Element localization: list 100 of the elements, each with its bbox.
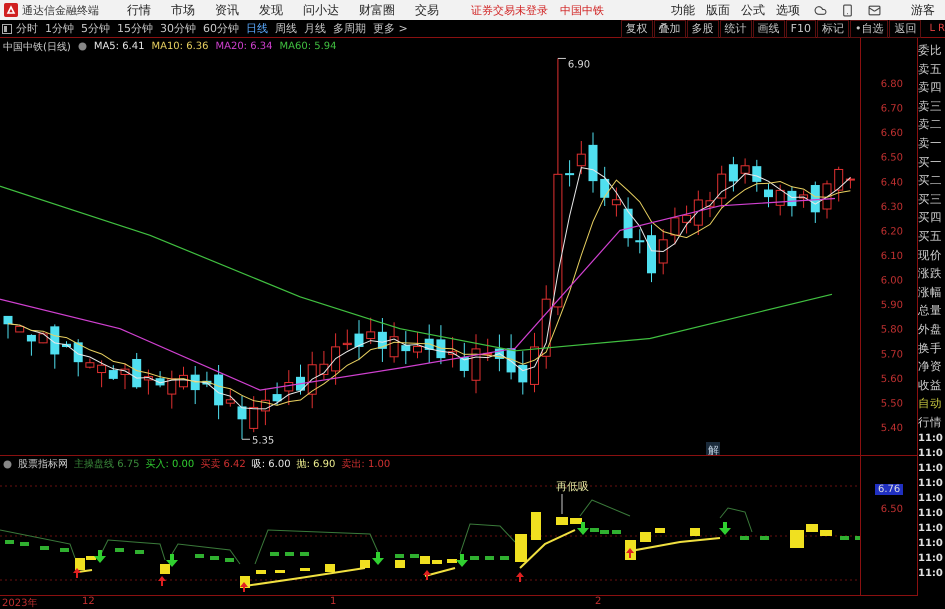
period-tab[interactable]: 30分钟	[160, 21, 196, 36]
indicator-bar	[470, 556, 479, 560]
period-tab[interactable]: 周线	[275, 21, 297, 36]
candle	[658, 228, 668, 275]
period-tab[interactable]: 15分钟	[117, 21, 153, 36]
marker-badge: 解	[706, 442, 720, 455]
candle	[74, 338, 83, 377]
indicator-axis-label: 6.50	[880, 504, 903, 515]
toolbar-button[interactable]: 画线	[752, 20, 785, 38]
down-arrow-icon	[577, 522, 589, 535]
candle	[460, 342, 469, 378]
indicator-bar	[210, 556, 219, 560]
toolbar-button[interactable]: 叠加	[654, 20, 686, 38]
quote-field-label: 买一	[918, 154, 942, 171]
menu-item[interactable]: 发现	[259, 2, 283, 18]
candle	[167, 370, 176, 410]
toolbar-button[interactable]: 标记	[816, 20, 849, 38]
period-tab[interactable]: 分时	[16, 21, 38, 36]
quote-field-label: 买五	[918, 228, 942, 245]
candle	[319, 350, 328, 380]
up-arrow-icon	[516, 572, 524, 582]
trade-time: 11:0	[918, 567, 943, 582]
toolbar-button[interactable]: •自选	[850, 20, 888, 38]
candle	[401, 330, 410, 365]
indicator-bar	[485, 556, 494, 560]
candle	[272, 382, 282, 406]
date-axis-label: 2023年	[2, 597, 38, 609]
indicator-line	[172, 543, 240, 564]
cloud-icon[interactable]	[814, 4, 827, 16]
period-tab[interactable]: 月线	[304, 21, 326, 36]
period-tab[interactable]: 60分钟	[203, 21, 239, 36]
toolbar-button[interactable]: 多股	[686, 20, 719, 38]
quote-field-label: 卖二	[918, 116, 942, 134]
menu-item[interactable]: 财富圈	[359, 2, 395, 18]
period-tab[interactable]: 5分钟	[81, 21, 110, 36]
indicator-line	[460, 523, 516, 554]
current-value-tag: 6.76	[875, 484, 904, 495]
menu-item[interactable]: 资讯	[215, 2, 239, 18]
menu-item[interactable]: 公式	[741, 2, 765, 18]
indicator-line	[100, 539, 166, 560]
menu-item[interactable]: 问小达	[303, 2, 339, 18]
trade-time: 11:0	[918, 492, 943, 506]
menu-item[interactable]: 市场	[171, 2, 195, 18]
menu-item[interactable]: 交易	[415, 2, 439, 18]
price-axis-label: 6.80	[880, 79, 903, 90]
indicator-value: 买卖 6.42	[200, 458, 246, 471]
candle	[156, 370, 165, 388]
trade-time: 11:0	[918, 522, 943, 536]
toolbar-button[interactable]: 复权	[620, 20, 653, 38]
indicator-bar	[806, 524, 818, 532]
indicator-value: 吸: 6.00	[252, 458, 291, 471]
indicator-line	[580, 499, 630, 516]
indicator-line	[720, 507, 752, 532]
candle	[260, 388, 270, 426]
indicator-bar	[655, 528, 665, 533]
candle	[776, 184, 785, 216]
candle	[296, 364, 305, 396]
menu-item[interactable]: 行情	[127, 2, 151, 18]
candle	[787, 186, 796, 217]
candle	[764, 183, 773, 208]
down-arrow-icon	[372, 552, 384, 565]
toolbar-button[interactable]: 统计	[720, 20, 752, 38]
phone-icon[interactable]	[841, 4, 854, 16]
price-axis-label: 6.70	[880, 104, 903, 115]
leader-line	[557, 58, 566, 59]
menu-item[interactable]: 版面	[706, 2, 730, 18]
menu-item[interactable]: 选项	[776, 2, 800, 18]
toolbar-button[interactable]: 返回	[889, 20, 922, 38]
candle	[190, 366, 200, 404]
quote-field-label: 卖五	[918, 60, 942, 78]
price-axis-label: 5.40	[880, 423, 903, 434]
candle	[530, 332, 539, 393]
candle	[424, 324, 434, 364]
candle	[249, 396, 258, 433]
user-link[interactable]: 游客	[911, 2, 935, 18]
price-axis-label: 5.60	[880, 374, 903, 385]
candle	[670, 207, 680, 246]
up-arrow-icon	[73, 568, 81, 578]
indicator-value: 卖出: 1.00	[341, 458, 390, 471]
indicator-bar	[285, 552, 294, 556]
indicator-bar	[225, 558, 234, 562]
candle	[506, 334, 516, 380]
panel-toggle-icon[interactable]	[2, 24, 12, 34]
candle	[647, 224, 656, 283]
status-text: 中国中铁	[560, 2, 604, 18]
indicator-bar	[855, 536, 860, 540]
period-tab[interactable]: 日线	[246, 21, 268, 36]
candle	[342, 329, 352, 350]
period-tab[interactable]: 1分钟	[45, 21, 74, 36]
app-title: 通达信金融终端	[22, 2, 99, 18]
mail-icon[interactable]	[868, 4, 881, 16]
candle	[331, 332, 340, 386]
period-tab[interactable]: 更多 >	[373, 21, 408, 36]
period-tab[interactable]: 多周期	[333, 21, 366, 36]
candle	[799, 190, 808, 208]
quote-field-label: 自动	[918, 395, 942, 412]
indicator-value: 抛: 6.90	[296, 458, 336, 471]
menu-item[interactable]: 功能	[671, 2, 695, 18]
toolbar-button[interactable]: F10	[786, 20, 816, 38]
indicator-bar	[135, 550, 144, 554]
